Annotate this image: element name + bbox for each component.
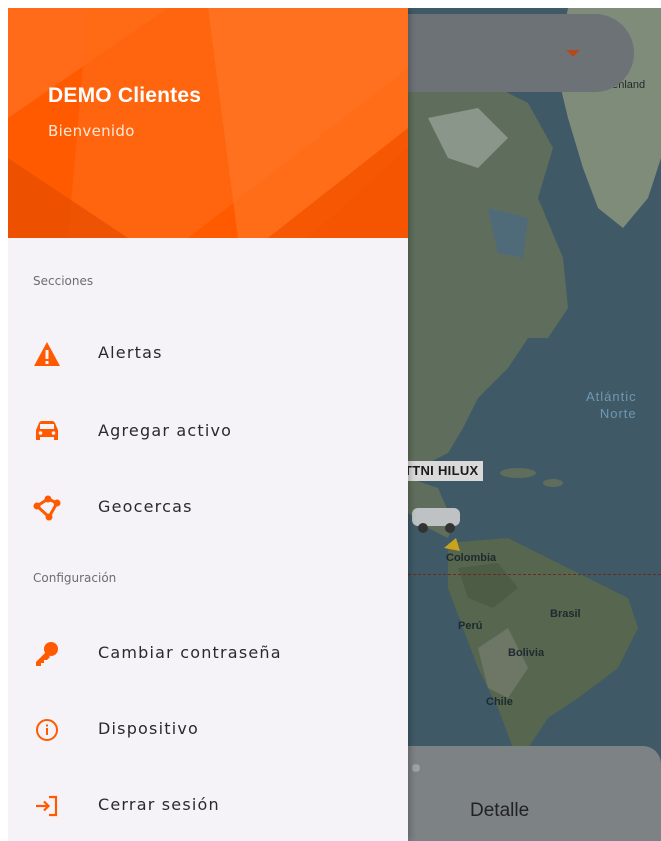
logout-icon bbox=[33, 792, 61, 820]
chevron-down-icon[interactable] bbox=[566, 50, 580, 57]
header-title: DEMO Clientes bbox=[48, 84, 202, 107]
vehicle-label[interactable]: TTNI HILUX bbox=[400, 461, 483, 481]
equator-line bbox=[408, 574, 661, 575]
menu-item-label: Cambiar contraseña bbox=[98, 643, 282, 662]
menu-item-label: Cerrar sesión bbox=[98, 795, 220, 814]
ocean-label-line1: Atlántic bbox=[586, 389, 637, 404]
car-icon bbox=[33, 418, 61, 446]
menu-item-label: Dispositivo bbox=[98, 719, 200, 738]
map-label-colombia: Colombia bbox=[446, 552, 497, 564]
key-icon bbox=[33, 640, 61, 668]
map-label-bolivia: Bolivia bbox=[508, 647, 545, 659]
menu-item-alertas[interactable]: Alertas bbox=[8, 326, 408, 382]
menu-item-geocercas[interactable]: Geocercas bbox=[8, 480, 408, 536]
drawer-header: DEMO Clientes Bienvenido bbox=[8, 8, 408, 238]
sheet-handle[interactable] bbox=[412, 764, 420, 772]
menu-item-cambiar-contrasena[interactable]: Cambiar contraseña bbox=[8, 626, 408, 682]
map-label-chile: Chile bbox=[486, 696, 513, 708]
menu-item-label: Alertas bbox=[98, 343, 163, 362]
map-label-atlantic: Atlántic Norte bbox=[586, 388, 637, 422]
warning-icon bbox=[33, 340, 61, 368]
menu-item-label: Agregar activo bbox=[98, 421, 233, 440]
section-label-secciones: Secciones bbox=[33, 274, 94, 288]
map-label-peru: Perú bbox=[458, 620, 483, 632]
app-frame: oenland Atlántic Norte TTNI HILUX Colomb… bbox=[8, 8, 661, 841]
bottom-sheet[interactable]: Detalle bbox=[388, 746, 661, 841]
map-label-brasil: Brasil bbox=[550, 608, 581, 620]
menu-item-agregar-activo[interactable]: Agregar activo bbox=[8, 404, 408, 460]
polygon-icon bbox=[33, 494, 61, 522]
header-subtitle: Bienvenido bbox=[48, 122, 135, 140]
info-icon bbox=[33, 716, 61, 744]
navigation-drawer: DEMO Clientes Bienvenido Secciones Alert… bbox=[8, 8, 408, 841]
ocean-label-line2: Norte bbox=[599, 406, 637, 421]
section-label-configuracion: Configuración bbox=[33, 571, 117, 585]
menu-item-label: Geocercas bbox=[98, 497, 193, 516]
detail-tab[interactable]: Detalle bbox=[470, 800, 529, 822]
menu-item-dispositivo[interactable]: Dispositivo bbox=[8, 702, 408, 758]
menu-item-cerrar-sesion[interactable]: Cerrar sesión bbox=[8, 778, 408, 834]
